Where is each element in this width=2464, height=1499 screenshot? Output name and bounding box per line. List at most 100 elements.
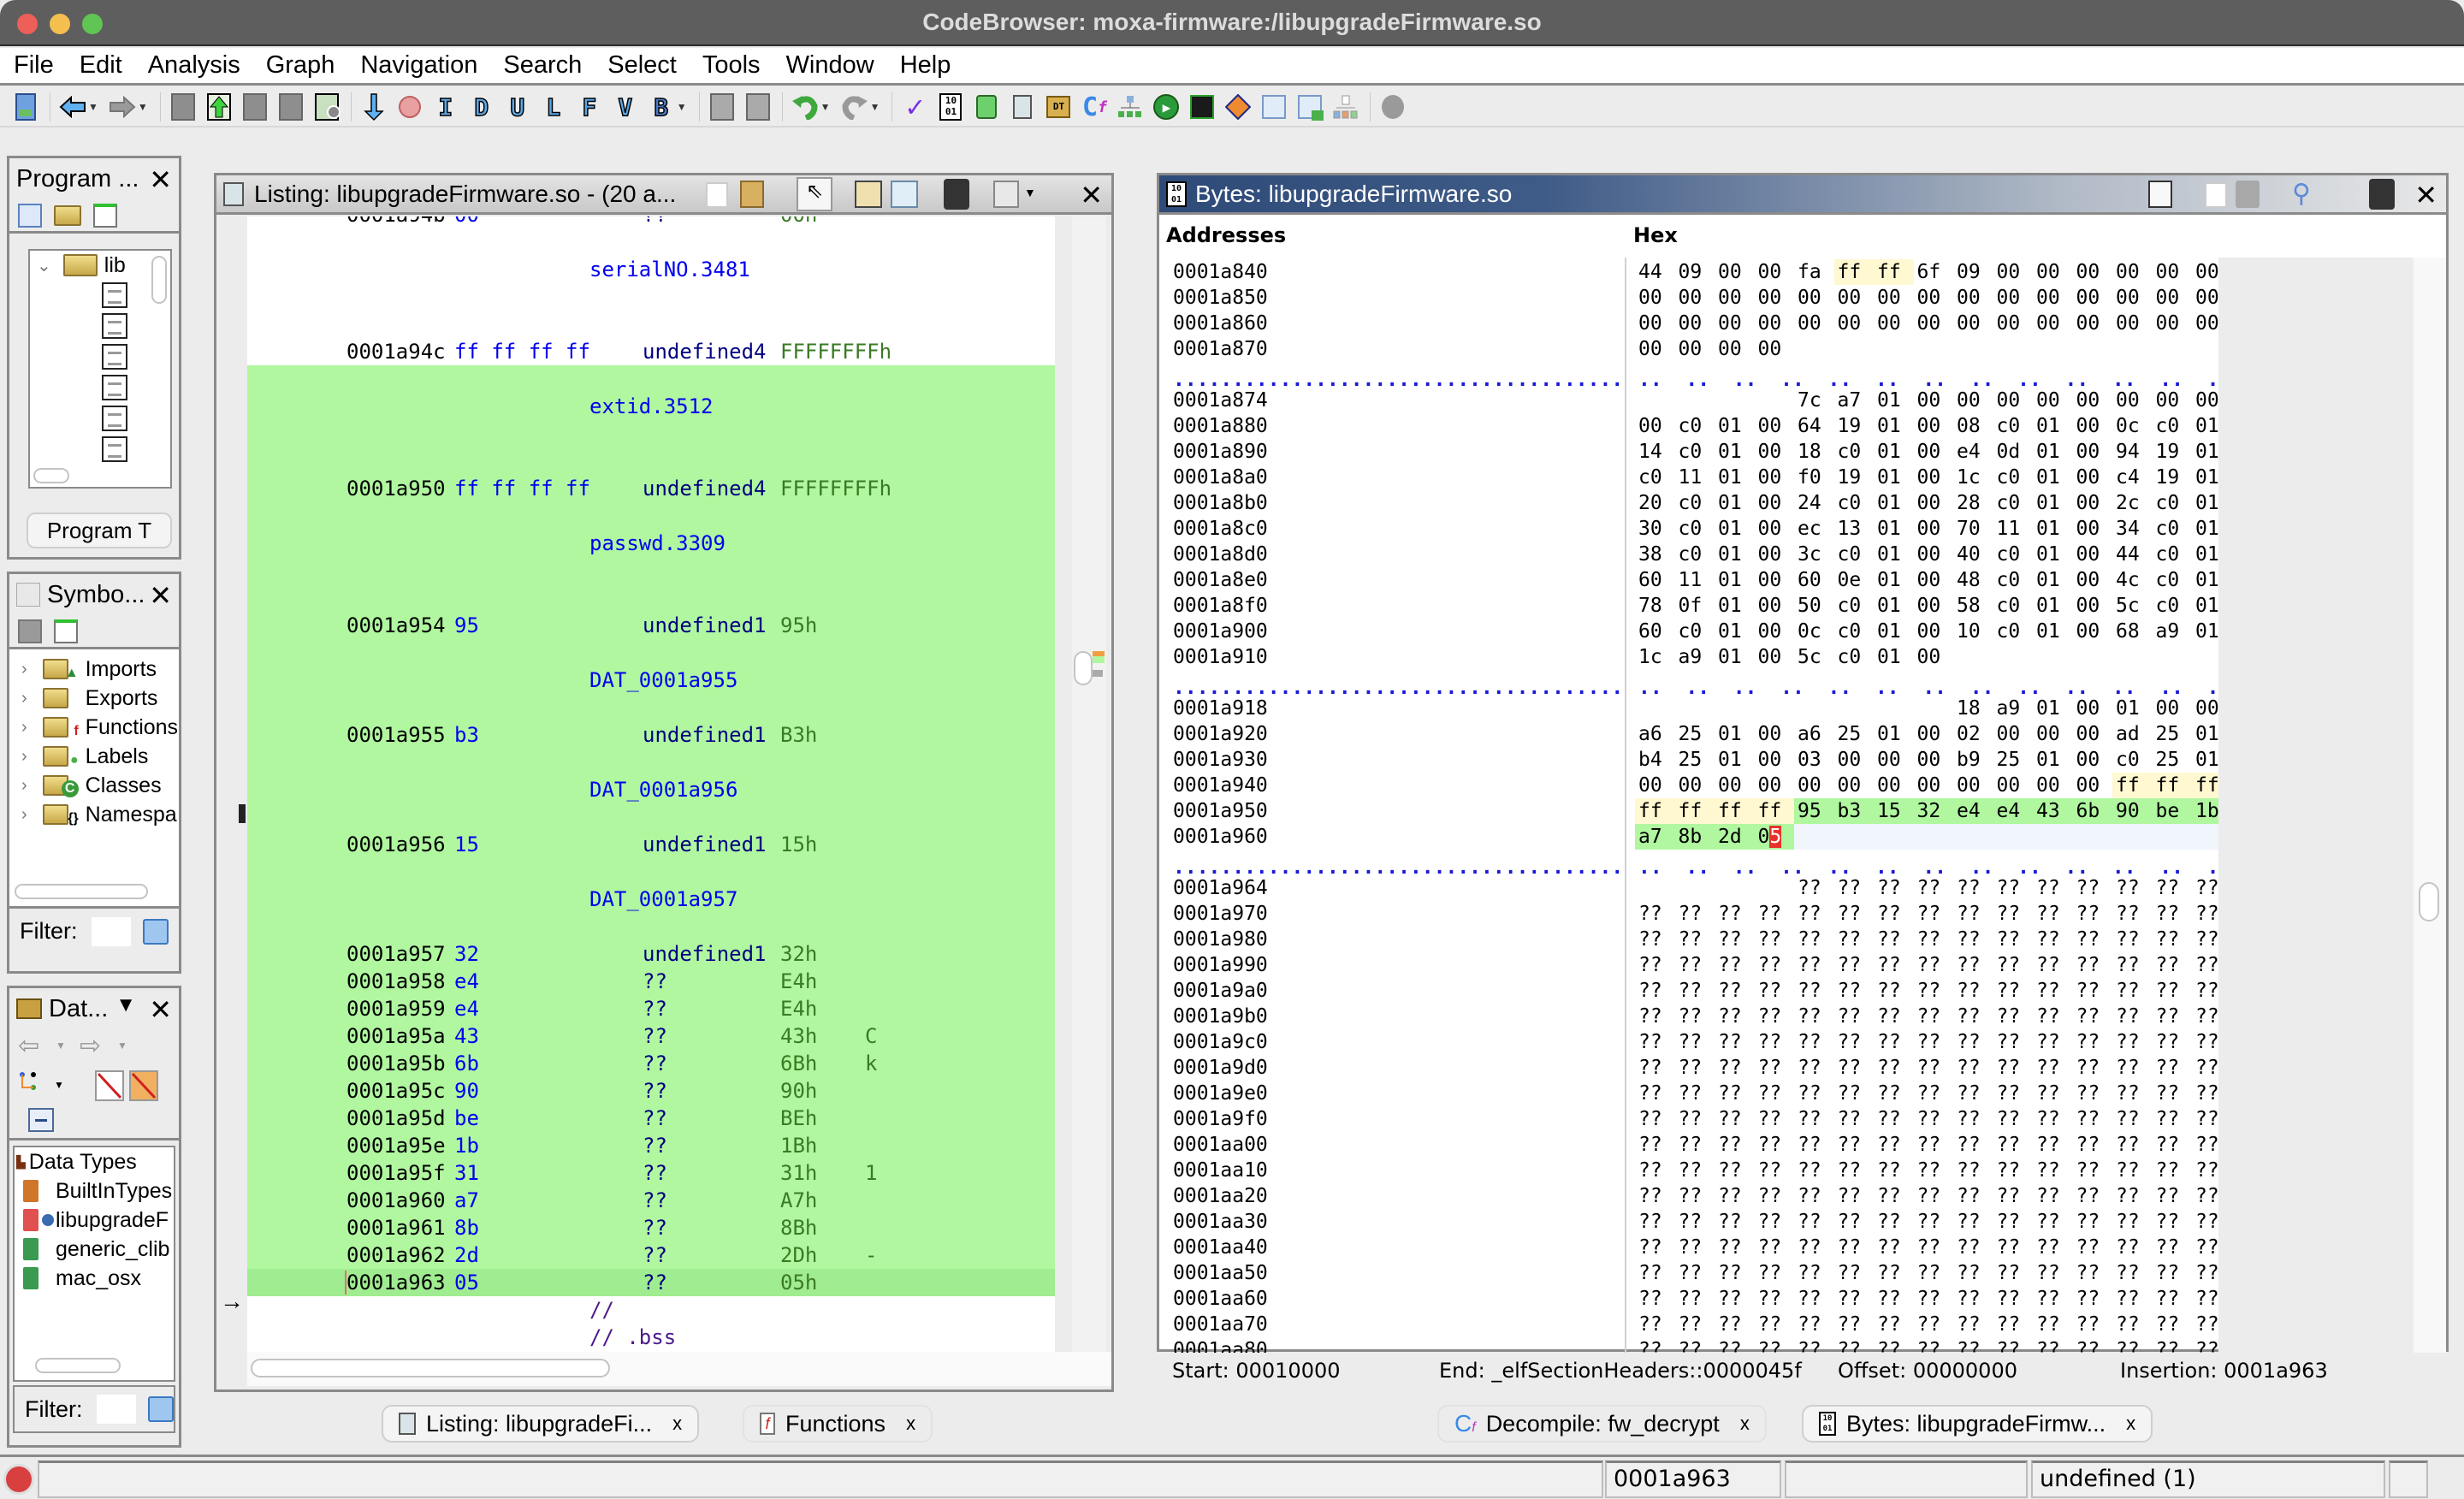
byte-row-address[interactable]: 0001a9b0 <box>1173 1004 1268 1029</box>
byte-cell[interactable]: ?? <box>1635 1183 1675 1209</box>
byte-cell[interactable]: ?? <box>1675 1235 1715 1260</box>
byte-row-hex[interactable]: 14c0010018c00100e40d010094190100 <box>1635 439 2218 465</box>
byte-cell[interactable]: 00 <box>1834 773 1875 798</box>
byte-cell[interactable]: 00 <box>1914 285 1954 311</box>
byte-cell[interactable]: 25 <box>1834 721 1875 747</box>
byte-cell[interactable]: c0 <box>1834 542 1875 567</box>
byte-cell[interactable]: 15 <box>1874 798 1914 824</box>
byte-row-address[interactable]: 0001a990 <box>1173 952 1268 978</box>
byte-cell[interactable]: 01 <box>1715 413 1755 439</box>
menu-edit[interactable]: Edit <box>80 51 122 80</box>
byte-cell[interactable]: e4 <box>1953 439 1993 465</box>
byte-cell[interactable]: 00 <box>2073 567 2113 593</box>
byte-cell[interactable]: ff <box>1635 798 1675 824</box>
byte-cell[interactable]: ?? <box>2033 1081 2073 1106</box>
byte-cell[interactable]: ?? <box>1794 1055 1834 1081</box>
byte-cell[interactable]: 00 <box>1914 490 1954 516</box>
byte-cell[interactable]: 01 <box>1874 644 1914 670</box>
byte-cell[interactable]: ?? <box>1715 1106 1755 1132</box>
vertical-scrollbar[interactable] <box>1072 216 1106 1354</box>
byte-cell[interactable]: 00 <box>2073 721 2113 747</box>
byte-cell[interactable]: 00 <box>1755 644 1795 670</box>
byte-row-address[interactable]: 0001a930 <box>1173 747 1268 773</box>
byte-cell[interactable]: ?? <box>2033 901 2073 927</box>
byte-cell[interactable]: ?? <box>1874 1132 1914 1158</box>
byte-cell[interactable]: ?? <box>1755 901 1795 927</box>
byte-cell[interactable]: ?? <box>2073 1286 2113 1312</box>
byte-cell[interactable]: 00 <box>1914 465 1954 490</box>
byte-row-address[interactable]: 0001a874 <box>1173 388 1268 413</box>
listing-label[interactable]: DAT_0001a956 <box>247 776 1055 803</box>
byte-cell[interactable]: 00 <box>2192 285 2218 311</box>
byte-cell[interactable]: b4 <box>1635 747 1675 773</box>
byte-cell[interactable]: ?? <box>1953 1312 1993 1337</box>
byte-cell[interactable]: 00 <box>1755 721 1795 747</box>
byte-cell[interactable]: ?? <box>1914 1055 1954 1081</box>
byte-cell[interactable]: ?? <box>1675 1286 1715 1312</box>
symbol-tree-item-labels[interactable]: › ● Labels <box>9 742 179 771</box>
byte-cell[interactable]: 19 <box>1834 413 1875 439</box>
byte-row-address[interactable]: 0001a8c0 <box>1173 516 1268 542</box>
byte-cell[interactable]: 18 <box>1953 696 1993 721</box>
byte-cell[interactable]: 00 <box>1755 619 1795 644</box>
byte-cell[interactable]: 00 <box>1635 285 1675 311</box>
byte-cell[interactable]: 13 <box>1834 516 1875 542</box>
byte-cell[interactable]: b3 <box>1833 798 1874 824</box>
collapse-all-icon[interactable] <box>28 1108 54 1132</box>
byte-cell[interactable]: ?? <box>1834 1004 1875 1029</box>
byte-cell[interactable]: 00 <box>1834 285 1875 311</box>
prev-selected-range-icon[interactable] <box>205 92 233 121</box>
byte-cell[interactable]: ?? <box>1914 1106 1954 1132</box>
byte-cell[interactable]: c0 <box>1993 490 2034 516</box>
byte-row-hex[interactable]: 30c00100ec1301007011010034c00100 <box>1635 516 2218 542</box>
byte-cell[interactable]: a7 <box>1834 388 1875 413</box>
byte-cell[interactable]: ?? <box>2153 1312 2193 1337</box>
byte-cell[interactable]: 00 <box>2192 696 2218 721</box>
byte-cell[interactable]: 00 <box>2153 259 2193 285</box>
byte-cell[interactable]: ?? <box>1715 901 1755 927</box>
byte-cell[interactable]: c0 <box>2153 516 2193 542</box>
listing-code-unit[interactable]: 0001a95b 6b?? 6Bh k <box>247 1050 1055 1077</box>
filter-dropdown-icon[interactable]: ▼ <box>54 1079 64 1091</box>
byte-cell[interactable]: c0 <box>1834 619 1875 644</box>
run-script-icon[interactable]: ▶ <box>1152 92 1180 121</box>
byte-cell[interactable]: ?? <box>1914 901 1954 927</box>
byte-cell[interactable]: ?? <box>1755 1081 1795 1106</box>
byte-cell[interactable]: 01 <box>2033 516 2073 542</box>
byte-cell[interactable]: 01 <box>1874 721 1914 747</box>
byte-cell[interactable]: ?? <box>2112 1106 2153 1132</box>
byte-cell[interactable]: 01 <box>2192 542 2218 567</box>
byte-cell[interactable]: 00 <box>1755 259 1795 285</box>
memory-map-icon[interactable] <box>1188 92 1216 121</box>
byte-cell[interactable]: ?? <box>1834 1337 1875 1353</box>
byte-cell[interactable]: 00 <box>1675 773 1715 798</box>
byte-cell[interactable]: a6 <box>1794 721 1834 747</box>
byte-cell[interactable]: 58 <box>1953 593 1993 619</box>
byte-cell[interactable]: 01 <box>2192 721 2218 747</box>
byte-cell[interactable]: 8b <box>1674 824 1715 850</box>
byte-cell[interactable]: 01 <box>2192 593 2218 619</box>
tree-node-fragment[interactable] <box>30 341 170 372</box>
byte-row-hex[interactable]: ???????????????????????????????? <box>1635 1132 2218 1158</box>
byte-cell[interactable]: 00 <box>1914 721 1954 747</box>
byte-cell[interactable]: ?? <box>1675 1337 1715 1353</box>
byte-cell[interactable]: 08 <box>1953 413 1993 439</box>
byte-cell[interactable]: 00 <box>1993 311 2034 336</box>
byte-row-address[interactable]: 0001a8f0 <box>1173 593 1268 619</box>
symbol-tree-item-classes[interactable]: › C Classes <box>9 771 179 800</box>
tab-close-icon[interactable]: x <box>2126 1413 2135 1435</box>
byte-cell[interactable]: ?? <box>1953 927 1993 952</box>
byte-cell[interactable]: ?? <box>1993 1055 2034 1081</box>
tree-node-fragment[interactable] <box>30 311 170 341</box>
byte-cell[interactable]: ?? <box>2073 978 2113 1004</box>
byte-cell[interactable]: 01 <box>2192 465 2218 490</box>
byte-cell[interactable]: c0 <box>1993 465 2034 490</box>
redo-icon[interactable] <box>841 92 868 121</box>
byte-cell[interactable]: ?? <box>1874 1209 1914 1235</box>
byte-row-hex[interactable]: 44090000faffff6f0900000000000000 <box>1635 259 2218 285</box>
byte-cell[interactable]: ?? <box>1675 1158 1715 1183</box>
byte-cell[interactable]: c0 <box>1834 439 1875 465</box>
byte-cell[interactable]: 1c <box>1953 465 1993 490</box>
byte-row-address[interactable]: 0001a980 <box>1173 927 1268 952</box>
byte-cell[interactable]: ?? <box>2073 1106 2113 1132</box>
